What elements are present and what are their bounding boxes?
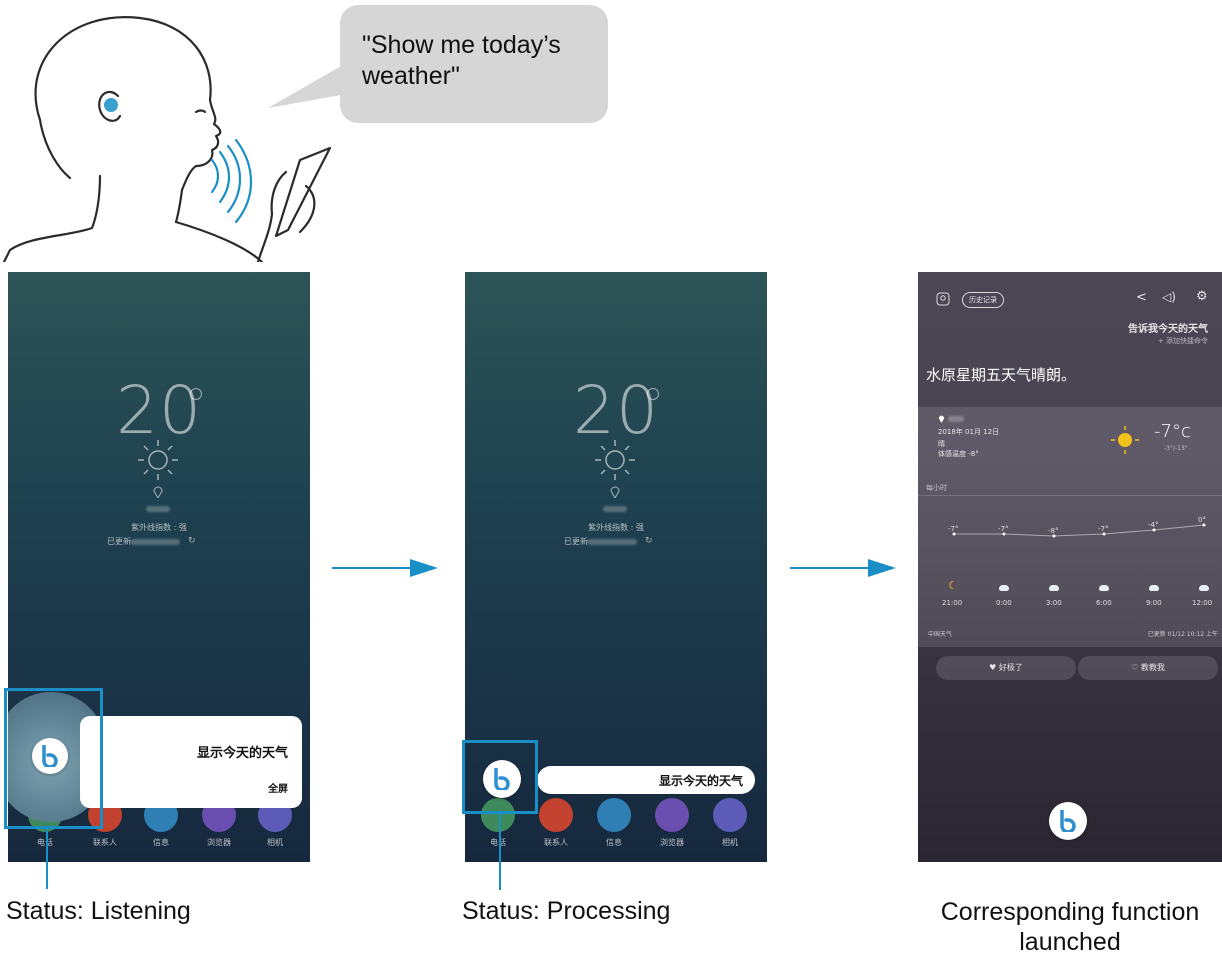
blurred-location xyxy=(146,506,170,512)
feedback-teach-button[interactable]: ♡ 教教我 xyxy=(1078,656,1218,680)
history-button[interactable]: 历史记录 xyxy=(962,292,1004,308)
temperature-range: -3°/-13° xyxy=(1164,445,1188,452)
feels-like-text: 体感温度 -8° xyxy=(938,450,979,458)
listening-highlight-box xyxy=(4,688,103,829)
forecast-time: 3:00 xyxy=(1046,599,1062,607)
forecast-temp: -7° xyxy=(998,525,1009,533)
forecast-time: 0:00 xyxy=(996,599,1012,607)
contacts-app-icon[interactable] xyxy=(539,798,573,832)
refresh-icon[interactable]: ↻ xyxy=(188,536,196,546)
blurred-time xyxy=(130,539,180,545)
current-temperature: -7°c xyxy=(1154,421,1191,442)
caption-launched-line2: launched xyxy=(1019,928,1121,956)
dock-label-browser: 浏览器 xyxy=(207,838,231,847)
camera-app-icon[interactable] xyxy=(713,798,747,832)
forecast-temp: -7° xyxy=(1098,525,1109,533)
dock-label-camera: 相机 xyxy=(267,838,283,847)
blurred-time xyxy=(587,539,637,545)
bixby-button[interactable] xyxy=(1049,802,1087,840)
user-query: 告诉我今天的天气 xyxy=(1128,324,1208,335)
caption-listening: Status: Listening xyxy=(6,897,191,925)
hourly-label: 每小时 xyxy=(926,484,947,492)
bixby-icon xyxy=(1060,810,1076,832)
forecast-line xyxy=(952,523,1206,538)
forecast-temp: 0° xyxy=(1198,516,1206,524)
sun-icon xyxy=(595,440,635,480)
command-text: 显示今天的天气 xyxy=(196,746,288,761)
processing-highlight-box xyxy=(462,740,538,814)
uv-index-text: 紫外线指数 : 强 xyxy=(588,523,644,532)
processing-pointer-line xyxy=(499,814,501,890)
forecast-time: 9:00 xyxy=(1146,599,1162,607)
forecast-time: 21:00 xyxy=(942,599,963,607)
dock-label-contacts: 联系人 xyxy=(93,838,117,847)
command-pill: 显示今天的天气 xyxy=(537,766,755,794)
forecast-temp: -4° xyxy=(1148,521,1159,529)
heart-icon: ♥ xyxy=(989,663,997,672)
phone-screen-weather-result: 历史记录 < ◁) ⚙ 告诉我今天的天气 + 添加快捷命令 水原星期五天气晴朗。… xyxy=(918,272,1222,862)
caption-launched: Corresponding function launched xyxy=(920,897,1220,957)
dock-label-phone: 电话 xyxy=(37,838,53,847)
cloud-icon xyxy=(999,585,1009,591)
updated-timestamp: 已更新 01/12 10:12 上午 xyxy=(1147,631,1218,638)
chat-icon: ♡ xyxy=(1131,663,1139,672)
uv-index-text: 紫外线指数 : 强 xyxy=(131,523,187,532)
profile-icon[interactable] xyxy=(936,292,950,306)
feedback-good-label: 好极了 xyxy=(998,663,1023,672)
add-shortcut-link[interactable]: + 添加快捷命令 xyxy=(1158,336,1208,346)
cloud-icon xyxy=(1149,585,1159,591)
feedback-teach-label: 教教我 xyxy=(1140,663,1165,672)
blurred-location xyxy=(603,506,627,512)
forecast-time: 6:00 xyxy=(1096,599,1112,607)
degree-symbol xyxy=(647,388,659,400)
dock-label-messages: 信息 xyxy=(153,838,169,847)
sun-icon xyxy=(138,440,178,480)
cloud-icon xyxy=(1099,585,1109,591)
date-text: 2018年 01月 12日 xyxy=(938,428,1000,436)
command-card: 显示今天的天气 全屏 xyxy=(80,716,302,808)
fullscreen-button[interactable]: 全屏 xyxy=(268,780,288,795)
cloud-icon xyxy=(1049,585,1059,591)
speech-bubble-text: "Show me today’s weather" xyxy=(362,31,561,90)
location-pin-icon xyxy=(938,415,945,423)
moon-icon: ☾ xyxy=(948,579,958,592)
share-icon[interactable]: < xyxy=(1136,290,1147,305)
person-speaking-illustration xyxy=(2,16,332,262)
sun-icon xyxy=(1111,426,1139,454)
messages-app-icon[interactable] xyxy=(597,798,631,832)
caption-processing: Status: Processing xyxy=(462,897,671,925)
condition-text: 晴 xyxy=(938,440,945,448)
browser-app-icon[interactable] xyxy=(655,798,689,832)
dock-label-messages: 信息 xyxy=(606,838,622,847)
degree-symbol xyxy=(190,388,202,400)
divider xyxy=(918,495,1222,496)
flow-arrow-1 xyxy=(332,559,438,577)
assistant-response: 水原星期五天气晴朗。 xyxy=(926,366,1077,384)
dock-label-phone: 电话 xyxy=(490,838,506,847)
forecast-time: 12:00 xyxy=(1192,599,1213,607)
weather-card[interactable]: 2018年 01月 12日 晴 体感温度 -8° -7°c -3°/-13° 每… xyxy=(918,407,1222,647)
settings-gear-icon[interactable]: ⚙ xyxy=(1196,289,1208,304)
dock-label-contacts: 联系人 xyxy=(544,838,568,847)
cloud-icon xyxy=(1199,585,1209,591)
feedback-good-button[interactable]: ♥ 好极了 xyxy=(936,656,1076,680)
dock-label-browser: 浏览器 xyxy=(660,838,684,847)
caption-launched-line1: Corresponding function xyxy=(940,898,1200,926)
provider-logo: 中国天气 xyxy=(928,631,953,638)
refresh-icon[interactable]: ↻ xyxy=(645,536,653,546)
location-pin-icon xyxy=(153,486,163,498)
location-pin-icon xyxy=(610,486,620,498)
forecast-temp: -7° xyxy=(948,525,959,533)
listening-pointer-line xyxy=(46,829,48,889)
volume-icon[interactable]: ◁) xyxy=(1162,290,1176,304)
flow-arrow-2 xyxy=(790,559,896,577)
command-text: 显示今天的天气 xyxy=(658,774,743,788)
blurred-location xyxy=(948,416,964,422)
forecast-temp: -8° xyxy=(1048,527,1059,535)
dock-label-camera: 相机 xyxy=(722,838,738,847)
